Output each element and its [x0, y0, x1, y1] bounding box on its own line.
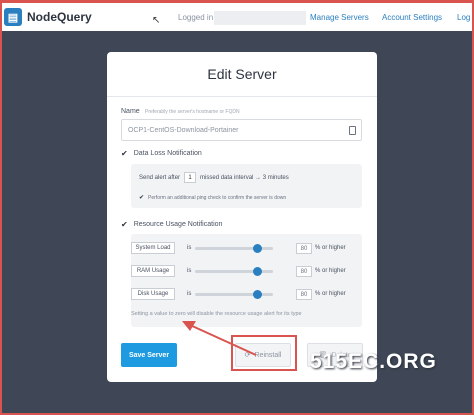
watermark-text: 515EC.ORG	[310, 350, 437, 373]
alert-suffix: missed data interval → 3 minutes	[200, 174, 289, 181]
resource-row-ram-usage: RAM Usage is 80 % or higher	[131, 265, 362, 279]
title-divider	[107, 96, 377, 97]
is-label: is	[187, 291, 192, 297]
checkmark-icon: ✔	[139, 195, 145, 201]
nav-manage-servers[interactable]: Manage Servers	[310, 13, 369, 22]
annotation-arrow-icon	[182, 321, 257, 356]
data-loss-checkbox[interactable]: ✔ Data Loss Notification	[121, 149, 202, 158]
slider-handle[interactable]	[252, 290, 262, 299]
alert-prefix: Send alert after	[139, 174, 181, 181]
ram-usage-value[interactable]: 80	[296, 266, 312, 277]
is-label: is	[187, 268, 192, 274]
checkmark-icon: ✔	[121, 220, 128, 229]
page-title: Edit Server	[207, 66, 277, 82]
password-manager-icon[interactable]	[349, 126, 356, 135]
checkmark-icon: ✔	[121, 149, 128, 158]
disk-usage-suffix: % or higher	[315, 291, 346, 297]
logo-text[interactable]: NodeQuery	[27, 10, 92, 24]
name-label: Name	[121, 108, 140, 115]
ping-check-label: Perform an additional ping check to conf…	[148, 194, 287, 201]
data-loss-label: Data Loss Notification	[133, 150, 202, 157]
disk-usage-value[interactable]: 80	[296, 289, 312, 300]
ram-usage-suffix: % or higher	[315, 268, 346, 274]
disk-usage-label: Disk Usage	[131, 288, 175, 300]
mouse-cursor-icon: ↖	[152, 15, 161, 26]
frame-border-left	[0, 0, 2, 415]
nodequery-logo-icon[interactable]: ▤	[4, 8, 22, 26]
slider-handle[interactable]	[252, 267, 262, 276]
is-label: is	[187, 245, 192, 251]
name-hint: Preferably the server's hostname or FQDN	[145, 109, 240, 115]
resource-usage-checkbox[interactable]: ✔ Resource Usage Notification	[121, 220, 222, 229]
nav-account-settings[interactable]: Account Settings	[382, 13, 442, 22]
resource-row-disk-usage: Disk Usage is 80 % or higher	[131, 288, 362, 302]
ram-usage-label: RAM Usage	[131, 265, 175, 277]
top-navbar: ▤ NodeQuery ↖ Logged in as Manage Server…	[2, 3, 472, 31]
server-name-input[interactable]: OCP1-CentOS-Download-Portainer	[121, 119, 362, 141]
missed-interval-input[interactable]: 1	[184, 172, 197, 183]
nav-log[interactable]: Log	[457, 13, 470, 22]
redacted-username	[214, 11, 306, 25]
server-name-value: OCP1-CentOS-Download-Portainer	[128, 126, 239, 134]
ping-check-checkbox[interactable]: ✔ Perform an additional ping check to co…	[139, 194, 287, 202]
system-load-value[interactable]: 80	[296, 243, 312, 254]
save-server-button[interactable]: Save Server	[121, 343, 177, 367]
system-load-suffix: % or higher	[315, 245, 346, 251]
ram-usage-slider[interactable]	[195, 267, 273, 276]
system-load-slider[interactable]	[195, 244, 273, 253]
alert-interval-row: Send alert after 1 missed data interval …	[139, 172, 289, 183]
disk-usage-slider[interactable]	[195, 290, 273, 299]
resource-row-system-load: System Load is 80 % or higher	[131, 242, 362, 256]
data-loss-panel: Send alert after 1 missed data interval …	[131, 164, 362, 208]
system-load-label: System Load	[131, 242, 175, 254]
resource-usage-label: Resource Usage Notification	[133, 221, 223, 228]
slider-handle[interactable]	[252, 244, 262, 253]
